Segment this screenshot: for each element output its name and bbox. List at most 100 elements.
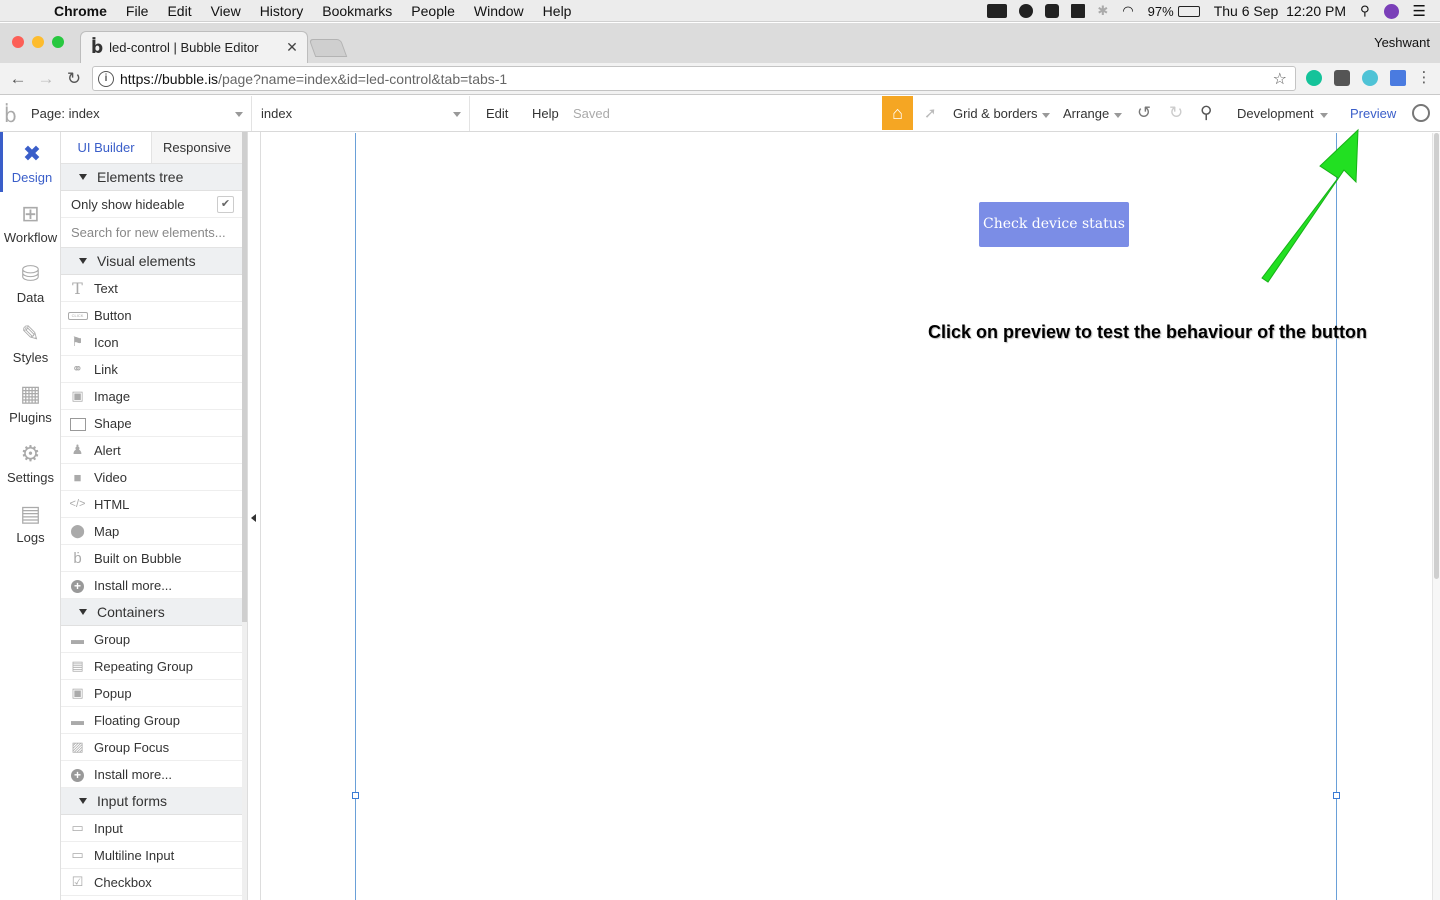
canvas-scroll-thumb[interactable] xyxy=(1434,133,1439,579)
resize-handle-left[interactable] xyxy=(352,792,359,799)
siri-icon[interactable] xyxy=(1383,3,1399,19)
profile-name[interactable]: Yeshwant xyxy=(1374,35,1430,50)
palette-item-link[interactable]: ⚭ Link xyxy=(61,356,242,383)
containers-header[interactable]: Containers xyxy=(61,599,242,626)
check-device-status-button[interactable]: Check device status xyxy=(979,202,1129,247)
notification-center-icon[interactable]: ☰ xyxy=(1413,2,1426,20)
checkbox-checked-icon[interactable]: ✔ xyxy=(217,196,234,213)
palette-item-install-more[interactable]: + Install more... xyxy=(61,572,242,599)
palette-item-input[interactable]: ▭ Input xyxy=(61,815,242,842)
battery-percent[interactable]: 97% xyxy=(1148,4,1174,19)
browser-toolbar: ← → ↻ i https://bubble.is/page?name=inde… xyxy=(0,63,1440,95)
palette-item-html[interactable]: </> HTML xyxy=(61,491,242,518)
triangle-down-icon xyxy=(79,258,87,264)
rail-workflow[interactable]: ⊞ Workflow xyxy=(0,192,61,252)
rail-plugins[interactable]: ▦ Plugins xyxy=(0,372,61,432)
extension-icon[interactable] xyxy=(1362,70,1378,86)
canvas-scrollbar[interactable] xyxy=(1432,133,1440,900)
palette-item-built-on-bubble[interactable]: ḃ Built on Bubble xyxy=(61,545,242,572)
reload-icon[interactable]: ↻ xyxy=(60,69,88,89)
grammarly-extension-icon[interactable] xyxy=(1306,70,1322,86)
menu-edit[interactable]: Edit xyxy=(167,3,191,19)
menu-view[interactable]: View xyxy=(211,3,241,19)
palette-item-install-more-containers[interactable]: + Install more... xyxy=(61,761,242,788)
palette-item-image[interactable]: ▣ Image xyxy=(61,383,242,410)
new-tab-button[interactable] xyxy=(308,39,348,57)
palette-item-repeating-group[interactable]: ▤ Repeating Group xyxy=(61,653,242,680)
bubble-logo-icon[interactable]: ḃ xyxy=(4,103,17,127)
only-hideable-toggle[interactable]: Only show hideable ✔ xyxy=(61,191,242,218)
visual-elements-header[interactable]: Visual elements xyxy=(61,248,242,275)
element-search-input[interactable]: Search for new elements... xyxy=(61,218,242,248)
page-selector[interactable]: Page: index xyxy=(23,96,252,131)
pocket-extension-icon[interactable] xyxy=(1334,70,1350,86)
tray-app-icon[interactable] xyxy=(1045,4,1060,18)
tray-app-icon[interactable] xyxy=(1071,4,1086,18)
site-info-icon[interactable]: i xyxy=(98,70,114,87)
palette-item-icon[interactable]: ⚑ Icon xyxy=(61,329,242,356)
tab-ui-builder[interactable]: UI Builder xyxy=(61,132,152,163)
rail-logs[interactable]: ▤ Logs xyxy=(0,492,61,552)
gift-icon[interactable]: ⌂ xyxy=(882,96,913,130)
arrange-menu[interactable]: Arrange xyxy=(1063,106,1109,121)
collapse-panel-handle[interactable] xyxy=(247,132,261,900)
grid-borders-menu[interactable]: Grid & borders xyxy=(953,106,1038,121)
input-forms-header[interactable]: Input forms xyxy=(61,788,242,815)
element-selector[interactable]: index xyxy=(253,96,470,131)
palette-item-multiline-input[interactable]: ▭ Multiline Input xyxy=(61,842,242,869)
chrome-menu-icon[interactable]: ⋮ xyxy=(1410,68,1438,86)
palette-item-button[interactable]: CLICK Button xyxy=(61,302,242,329)
bluetooth-icon[interactable]: ✱ xyxy=(1097,3,1108,19)
help-menu[interactable]: Help xyxy=(532,106,559,121)
menu-bookmarks[interactable]: Bookmarks xyxy=(322,3,392,19)
clock[interactable]: Thu 6 Sep 12:20 PM xyxy=(1214,3,1346,19)
window-close-button[interactable] xyxy=(12,36,24,48)
menu-file[interactable]: File xyxy=(126,3,149,19)
forward-icon[interactable]: → xyxy=(32,69,60,89)
rail-data[interactable]: ⛁ Data xyxy=(0,252,61,312)
palette-item-checkbox[interactable]: ☑ Checkbox xyxy=(61,869,242,896)
browser-tab[interactable]: ḃ led-control | Bubble Editor ✕ xyxy=(80,31,308,63)
palette-item-video[interactable]: ■ Video xyxy=(61,464,242,491)
undo-icon[interactable]: ↺ xyxy=(1137,103,1151,123)
wifi-icon[interactable]: ◠ xyxy=(1122,3,1133,19)
menu-window[interactable]: Window xyxy=(474,3,524,19)
menu-people[interactable]: People xyxy=(411,3,455,19)
tray-app-icon[interactable] xyxy=(1019,4,1034,18)
resize-handle-right[interactable] xyxy=(1333,792,1340,799)
preview-button[interactable]: Preview xyxy=(1350,106,1396,121)
rail-styles[interactable]: ✎ Styles xyxy=(0,312,61,372)
redo-icon[interactable]: ↻ xyxy=(1169,103,1183,123)
palette-item-group[interactable]: ▬ Group xyxy=(61,626,242,653)
window-zoom-button[interactable] xyxy=(52,36,64,48)
palette-item-map[interactable]: ⬤ Map xyxy=(61,518,242,545)
battery-icon[interactable] xyxy=(1177,5,1200,17)
back-icon[interactable]: ← xyxy=(4,69,32,89)
window-minimize-button[interactable] xyxy=(32,36,44,48)
search-icon[interactable]: ⚲ xyxy=(1200,103,1212,123)
palette-item-floating-group[interactable]: ▬ Floating Group xyxy=(61,707,242,734)
spotlight-search-icon[interactable]: ⚲ xyxy=(1360,3,1370,19)
bookmark-star-icon[interactable]: ☆ xyxy=(1273,69,1287,89)
rail-settings[interactable]: ⚙ Settings xyxy=(0,432,61,492)
palette-item-shape[interactable]: Shape xyxy=(61,410,242,437)
elements-tree-header[interactable]: Elements tree xyxy=(61,164,242,191)
tab-close-icon[interactable]: ✕ xyxy=(283,39,301,56)
address-bar[interactable]: i https://bubble.is/page?name=index&id=l… xyxy=(92,66,1296,91)
environment-selector[interactable]: Development xyxy=(1237,106,1314,121)
tab-responsive[interactable]: Responsive xyxy=(152,132,242,163)
calendar-extension-icon[interactable] xyxy=(1390,70,1406,86)
menu-history[interactable]: History xyxy=(260,3,304,19)
menu-app-name[interactable]: Chrome xyxy=(54,3,107,19)
url-text[interactable]: https://bubble.is/page?name=index&id=led… xyxy=(120,71,1273,87)
tray-app-icon[interactable] xyxy=(987,4,1008,18)
palette-item-popup[interactable]: ▣ Popup xyxy=(61,680,242,707)
select-pointer-icon[interactable]: ➚ xyxy=(924,104,937,122)
menu-help[interactable]: Help xyxy=(543,3,572,19)
palette-item-group-focus[interactable]: ▨ Group Focus xyxy=(61,734,242,761)
account-icon[interactable] xyxy=(1412,104,1430,122)
edit-menu[interactable]: Edit xyxy=(486,106,508,121)
rail-design[interactable]: ✖ Design xyxy=(0,132,61,192)
palette-item-alert[interactable]: ♟ Alert xyxy=(61,437,242,464)
palette-item-text[interactable]: T Text xyxy=(61,275,242,302)
